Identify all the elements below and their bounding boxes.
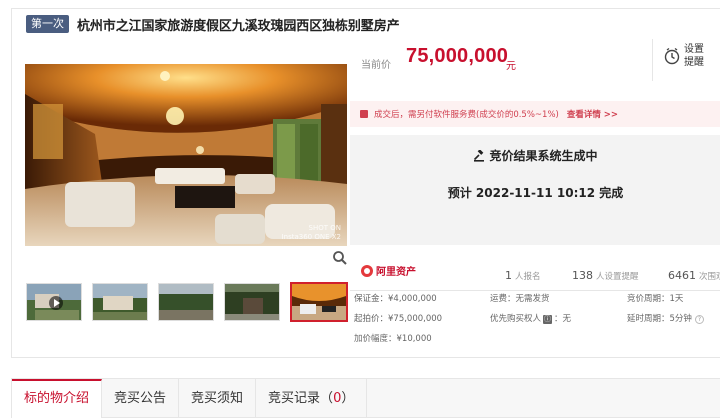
priority-buyer-info: 优先购买权人 ⓘ ：无 — [490, 314, 572, 324]
cycle-info: 竞价周期：1天 — [627, 294, 684, 304]
ali-assets-logo: 阿里资产 — [361, 263, 416, 278]
play-icon — [49, 296, 63, 310]
result-eta: 预计 2022-11-11 10:12 完成 — [447, 186, 624, 200]
fee-notice: 成交后，需另付软件服务费(成交价的0.5%~1%) 查看详情 >> — [350, 101, 720, 127]
thumbnail-video[interactable] — [26, 283, 82, 321]
clock-icon — [664, 47, 680, 65]
help-icon[interactable]: ? — [694, 315, 704, 324]
detail-tabs: 标的物介绍 竞买公告 竞买须知 竞买记录（0） — [11, 378, 720, 418]
tab-instructions[interactable]: 竞买须知 — [179, 379, 257, 418]
zoom-icon[interactable] — [332, 250, 348, 266]
fee-notice-text: 成交后，需另付软件服务费(成交价的0.5%~1%) — [374, 110, 559, 120]
auction-result-panel: 竞价结果系统生成中 预计 2022-11-11 10:12 完成 — [350, 135, 720, 245]
stats-bar: 阿里资产 1人报名 138人设置提醒 6461次围观 — [350, 257, 720, 291]
start-price-info: 起拍价：¥75,000,000 — [354, 314, 443, 324]
signup-count: 1 人报名 — [505, 269, 541, 282]
set-reminder-button[interactable]: 设置提醒 — [664, 43, 706, 69]
thumbnail-image — [225, 284, 279, 320]
increment-info: 加价幅度：¥10,000 — [354, 334, 432, 344]
thumbnail-image — [159, 284, 213, 320]
auction-card: 第一次 杭州市之江国家旅游度假区九溪玫瑰园西区独栋别墅房产 SHOT ON In… — [11, 8, 720, 358]
tab-item-intro[interactable]: 标的物介绍 — [12, 379, 103, 418]
price-unit: 元 — [506, 61, 516, 72]
info-badge-icon[interactable]: ⓘ — [543, 315, 553, 324]
delay-info: 延时周期：5分钟? — [627, 312, 704, 324]
divider — [652, 39, 653, 81]
title-row: 第一次 杭州市之江国家旅游度假区九溪玫瑰园西区独栋别墅房产 — [26, 15, 400, 34]
round-badge: 第一次 — [26, 15, 69, 33]
ali-assets-icon — [361, 264, 373, 277]
view-count: 6461次围观 — [668, 269, 720, 282]
page-title: 杭州市之江国家旅游度假区九溪玫瑰园西区独栋别墅房产 — [77, 18, 400, 34]
gavel-icon — [474, 149, 485, 162]
deposit-info: 保证金：¥4,000,000 — [354, 294, 437, 304]
thumbnail[interactable] — [158, 283, 214, 321]
thumbnail-active[interactable] — [290, 282, 348, 322]
villa-interior-photo — [25, 64, 347, 246]
thumbnail-image — [93, 284, 147, 320]
price-label: 当前价 — [361, 60, 391, 71]
tab-announcement[interactable]: 竞买公告 — [102, 379, 180, 418]
thumbnail-image — [292, 284, 346, 320]
current-price: 75,000,000 — [406, 45, 509, 67]
main-photo[interactable]: SHOT ON Insta360 ONE X2 — [25, 64, 347, 246]
photo-watermark: SHOT ON Insta360 ONE X2 — [281, 224, 341, 241]
thumbnail[interactable] — [92, 283, 148, 321]
result-title: 竞价结果系统生成中 — [350, 147, 720, 164]
shipping-info: 运费：无需发货 — [490, 294, 550, 304]
view-details-link[interactable]: 查看详情 >> — [567, 108, 618, 120]
reminder-label: 设置提醒 — [684, 44, 704, 68]
thumbnail-strip — [26, 282, 358, 322]
reminder-count: 138 人设置提醒 — [572, 269, 639, 282]
tab-bid-records[interactable]: 竞买记录（0） — [256, 379, 368, 418]
thumbnail[interactable] — [224, 283, 280, 321]
lock-icon — [360, 110, 368, 118]
